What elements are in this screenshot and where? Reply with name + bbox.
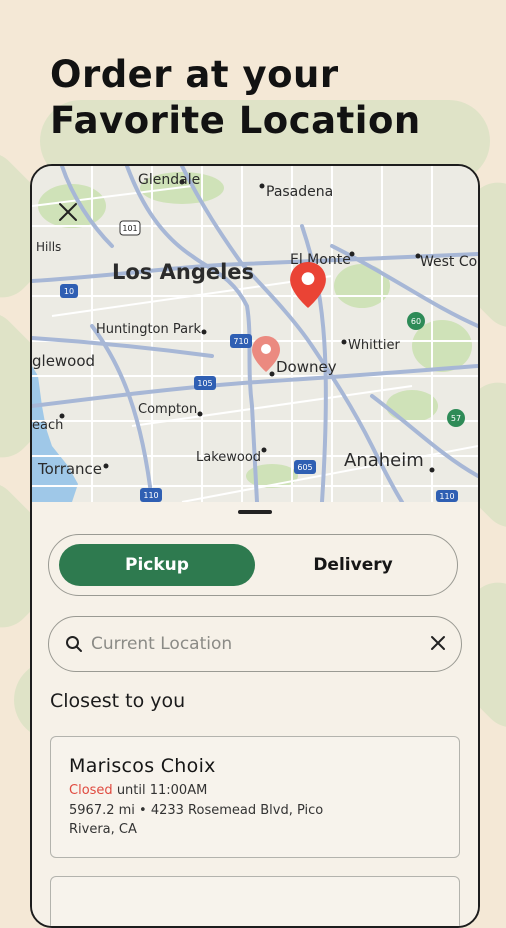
map-view[interactable]: 101 10 710 105 605 110 110 60 57 Glendal… bbox=[32, 166, 478, 502]
map-label-huntington-park: Huntington Park bbox=[96, 322, 201, 337]
map-label-whittier: Whittier bbox=[348, 338, 400, 353]
phone-frame: 101 10 710 105 605 110 110 60 57 Glendal… bbox=[30, 164, 480, 928]
location-card[interactable]: Mariscos Choix Closed until 11:00AM 5967… bbox=[50, 736, 460, 858]
location-search bbox=[48, 616, 462, 672]
shield-60: 60 bbox=[411, 317, 421, 326]
shield-57: 57 bbox=[451, 414, 461, 423]
map-label-glendale: Glendale bbox=[138, 172, 201, 188]
order-mode-toggle: Pickup Delivery bbox=[48, 534, 458, 596]
location-search-input[interactable] bbox=[89, 629, 413, 659]
status-detail: until 11:00AM bbox=[116, 783, 208, 798]
close-icon bbox=[59, 203, 77, 221]
map-label-los-angeles: Los Angeles bbox=[112, 260, 255, 284]
clear-icon[interactable] bbox=[429, 634, 447, 652]
location-status: Closed until 11:00AM bbox=[69, 783, 207, 798]
shield-10: 10 bbox=[64, 287, 74, 296]
location-name: Mariscos Choix bbox=[69, 755, 216, 777]
map-label-inglewood: glewood bbox=[32, 352, 96, 370]
pickup-tab[interactable]: Pickup bbox=[59, 544, 255, 586]
shield-110: 110 bbox=[439, 492, 454, 501]
headline-line-2: Favorite Location bbox=[50, 99, 421, 142]
map-label-torrance: Torrance bbox=[38, 460, 103, 478]
close-button[interactable] bbox=[58, 202, 92, 236]
shield-710: 710 bbox=[233, 337, 248, 346]
shield-105: 105 bbox=[197, 379, 212, 388]
shield-605: 605 bbox=[297, 463, 312, 472]
map-label-compton: Compton bbox=[138, 402, 198, 417]
map-label-lakewood: Lakewood bbox=[196, 450, 262, 465]
location-address: 5967.2 mi • 4233 Rosemead Blvd, Pico Riv… bbox=[69, 803, 324, 837]
status-closed: Closed bbox=[69, 783, 113, 798]
headline: Order at your Favorite Location bbox=[50, 52, 421, 144]
map-label-beach: each bbox=[32, 418, 64, 433]
map-label-pasadena: Pasadena bbox=[266, 184, 334, 200]
shield-101: 101 bbox=[122, 224, 137, 233]
location-sheet: Pickup Delivery Closest to you Mariscos … bbox=[32, 502, 478, 926]
map-pin-icon[interactable] bbox=[252, 336, 280, 372]
delivery-tab[interactable]: Delivery bbox=[255, 544, 451, 586]
sheet-drag-handle[interactable] bbox=[238, 510, 272, 514]
search-icon bbox=[66, 636, 82, 652]
headline-line-1: Order at your bbox=[50, 53, 339, 96]
section-title: Closest to you bbox=[50, 690, 186, 712]
map-label-anaheim: Anaheim bbox=[344, 450, 424, 471]
map-label-hills: Hills bbox=[36, 240, 62, 254]
map-label-west-covina: West Co bbox=[420, 254, 478, 270]
location-card[interactable] bbox=[50, 876, 460, 926]
map-label-downey: Downey bbox=[276, 358, 337, 376]
shield-110: 110 bbox=[143, 491, 158, 500]
map-pin-icon[interactable] bbox=[290, 262, 326, 308]
